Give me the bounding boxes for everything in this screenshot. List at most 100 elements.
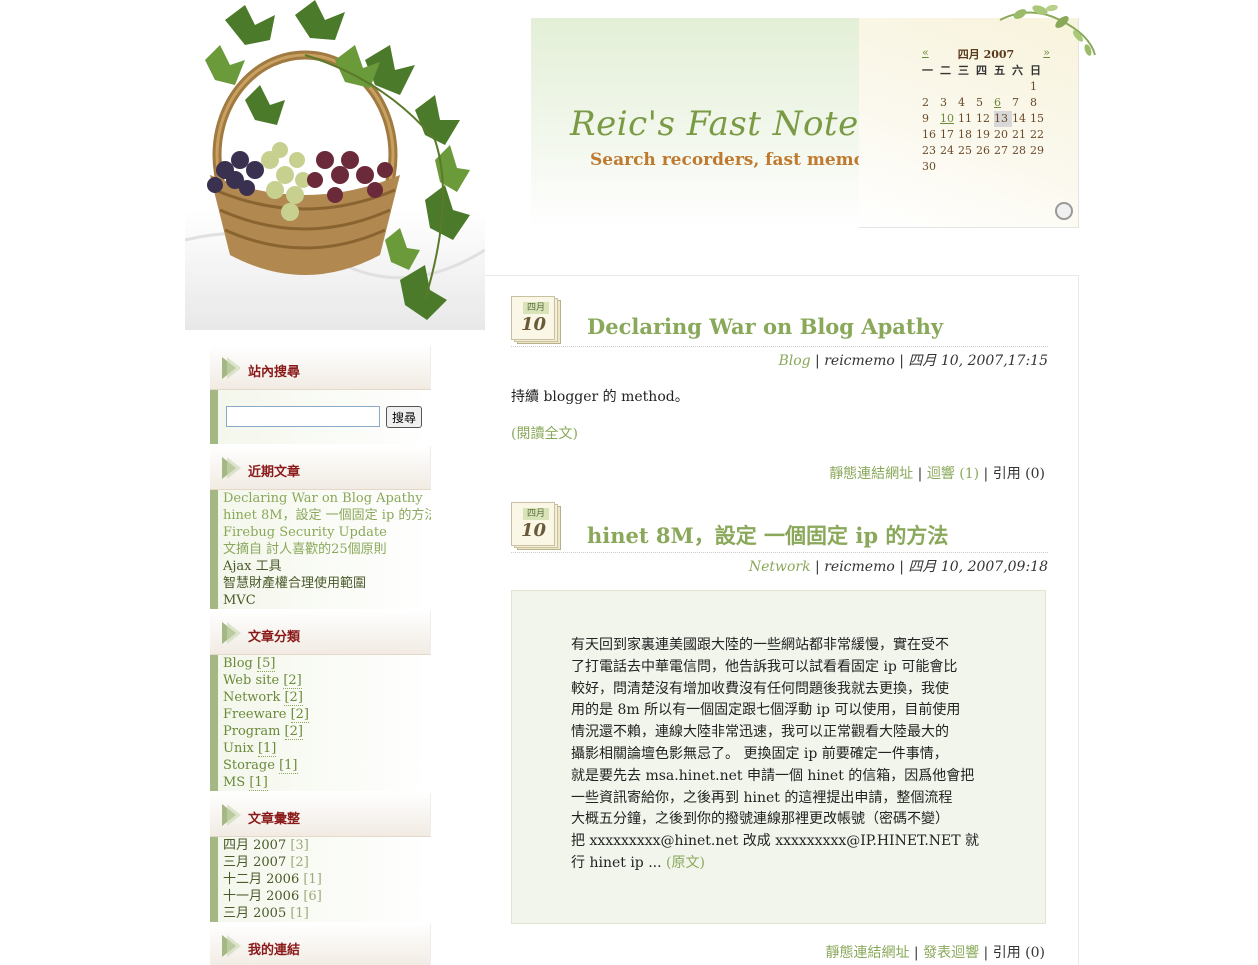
quote-line: 一些資訊寄給你，之後再到 hinet 的這裡提出申請，整個流程 (571, 788, 991, 810)
date-badge: 四月 10 (511, 502, 561, 552)
quote-line-text: 較好，問清楚沒有增加收費沒有任何問題後我就去更換，我使 (571, 680, 949, 697)
calendar-day[interactable]: 10 (940, 111, 958, 127)
archive-month: 三月 2007 (223, 855, 287, 870)
quote-line-text: 把 xxxxxxxxx@hinet.net 改成 xxxxxxxxx@IP.HI… (571, 833, 980, 850)
calendar-week: 2345678 (922, 95, 1050, 111)
permalink-link[interactable]: 靜態連結網址 (825, 945, 909, 961)
calendar-day: 19 (976, 128, 990, 141)
quote-line-text: 行 hinet ip ... (571, 854, 662, 871)
calendar-day: 8 (1030, 96, 1037, 109)
read-more-link[interactable]: (閱讀全文) (511, 423, 578, 443)
quote-line: 情況還不賴，連線大陸非常迅速，我可以正常觀看大陸最大的 (571, 722, 991, 744)
permalink-link[interactable]: 靜態連結網址 (829, 466, 913, 482)
comments-link[interactable]: 迴響 (1) (927, 466, 979, 482)
archive-link[interactable]: 十一月 2006 [6] (223, 888, 431, 905)
post-date: 四月 10, 2007,09:18 (908, 559, 1048, 575)
categories-list: Blog [5] Web site [2] Network [2] Freeware … (210, 655, 431, 791)
search-widget-title: 站內搜尋 (248, 365, 301, 380)
search-widget: 站內搜尋 搜尋 (210, 346, 431, 444)
sidebar: 站內搜尋 搜尋 近期文章 Declaring War on Blog Apath… (210, 346, 431, 965)
recent-post-link[interactable]: 文摘自 討人喜歡的25個原則 (223, 541, 431, 558)
recent-posts-list: Declaring War on Blog Apathy hinet 8M，設定 … (210, 490, 431, 609)
category-link[interactable]: Program [2] (223, 723, 431, 740)
calendar-day: 30 (922, 160, 936, 173)
calendar-day (958, 159, 976, 175)
search-input[interactable] (226, 406, 380, 427)
post-meta: Blog | reicmemo | 四月 10, 2007,17:15 (778, 353, 1048, 369)
category-link[interactable]: Web site [2] (223, 672, 431, 689)
post-title[interactable]: Declaring War on Blog Apathy (587, 314, 943, 339)
calendar-day (1030, 159, 1048, 175)
original-source-link[interactable]: (原文) (666, 855, 705, 871)
calendar-day (1012, 79, 1030, 95)
category-link[interactable]: MS [1] (223, 774, 431, 791)
recent-post-link[interactable]: hinet 8M，設定 一個固定 ip 的方法 (223, 507, 431, 524)
links-header: 我的連結 (210, 924, 431, 965)
calendar-day: 12 (976, 112, 990, 125)
archive-count: [6] (303, 889, 322, 904)
archives-list: 四月 2007 [3] 三月 2007 [2] 十二月 2006 [1] 十一月 20… (210, 837, 431, 922)
category-link[interactable]: Network [2] (223, 689, 431, 706)
post-category-link[interactable]: Network (749, 559, 811, 575)
date-badge: 四月 10 (511, 296, 561, 346)
calendar-day: 26 (976, 144, 990, 157)
calendar-day: 29 (1030, 144, 1044, 157)
calendar-weekday: 日 (1030, 64, 1041, 77)
calendar-day (940, 159, 958, 175)
calendar-day (958, 79, 976, 95)
category-link[interactable]: Unix [1] (223, 740, 431, 757)
calendar-day: 9 (922, 112, 929, 125)
trackback-link[interactable]: 引用 (0) (993, 466, 1045, 482)
category-link[interactable]: Freeware [2] (223, 706, 431, 723)
calendar-day: 23 (922, 144, 936, 157)
archive-link[interactable]: 十二月 2006 [1] (223, 871, 431, 888)
recent-post-link[interactable]: MVC (223, 592, 431, 609)
quote-line: 用的是 8m 所以有一個固定跟七個浮動 ip 可以使用，目前使用 (571, 700, 991, 722)
date-badge-month: 四月 (523, 508, 549, 520)
category-name: Program (223, 724, 281, 739)
calendar: « 四月 2007 » 一二三四五六日 1 2 3 4 5 6 7 8 9 10 11 12 13 14 1… (922, 46, 1050, 175)
quote-line: 就是要先去 msa.hinet.net 申請一個 hinet 的信箱，因爲他會把 (571, 766, 991, 788)
calendar-prev-link[interactable]: « (922, 46, 929, 62)
archive-month: 十二月 2006 (223, 872, 300, 887)
category-count: [2] (283, 673, 302, 689)
site-tagline: Search recorders, fast memo (590, 150, 865, 170)
calendar-day: 24 (940, 144, 954, 157)
toggle-knob-icon[interactable] (1055, 202, 1073, 220)
archive-link[interactable]: 三月 2007 [2] (223, 854, 431, 871)
archives-title: 文章彙整 (248, 812, 301, 827)
archive-link[interactable]: 四月 2007 [3] (223, 837, 431, 854)
calendar-next-link[interactable]: » (1043, 46, 1050, 62)
post-category-link[interactable]: Blog (778, 353, 810, 369)
quote-line-text: 用的是 8m 所以有一個固定跟七個浮動 ip 可以使用，目前使用 (571, 702, 961, 719)
calendar-day: 20 (994, 128, 1008, 141)
site-title[interactable]: Reic's Fast Note (570, 104, 859, 144)
category-name: Unix (223, 741, 254, 756)
search-button[interactable]: 搜尋 (386, 406, 422, 428)
archive-link[interactable]: 三月 2005 [1] (223, 905, 431, 922)
recent-post-link[interactable]: 智慧財產權合理使用範圍 (223, 575, 431, 592)
category-count: [1] (279, 758, 298, 774)
post-title[interactable]: hinet 8M，設定 一個固定 ip 的方法 (587, 520, 948, 550)
comments-link[interactable]: 發表迴響 (923, 945, 979, 961)
category-count: [2] (290, 707, 309, 723)
calendar-weekday: 四 (976, 64, 987, 77)
calendar-day: 3 (940, 96, 947, 109)
category-link[interactable]: Storage [1] (223, 757, 431, 774)
quote-line-text: 攝影相關論壇色影無忌了。 更換固定 ip 前要確定一件事情， (571, 745, 948, 762)
search-widget-header: 站內搜尋 (210, 346, 431, 390)
trackback-link[interactable]: 引用 (0) (993, 945, 1045, 961)
calendar-day[interactable]: 6 (994, 95, 1012, 111)
category-name: Blog (223, 656, 253, 671)
recent-post-link[interactable]: Ajax 工具 (223, 558, 431, 575)
chevron-right-icon (227, 935, 241, 957)
calendar-week: 16 17 18 19 20 21 22 (922, 127, 1050, 143)
category-link[interactable]: Blog [5] (223, 655, 431, 672)
recent-post-link[interactable]: Declaring War on Blog Apathy (223, 490, 431, 507)
recent-post-link[interactable]: Firebug Security Update (223, 524, 431, 541)
post-quote-text: 有天回到家裏連美國跟大陸的一些網站都非常緩慢，實在受不 了打電話去中華電信問，他告… (571, 635, 991, 875)
category-count: [2] (284, 690, 303, 706)
calendar-month: 四月 2007 (957, 48, 1015, 61)
post-footer: 靜態連結網址 | 迴響 (1) | 引用 (0) (829, 466, 1045, 482)
post-meta: Network | reicmemo | 四月 10, 2007,09:18 (748, 559, 1048, 575)
